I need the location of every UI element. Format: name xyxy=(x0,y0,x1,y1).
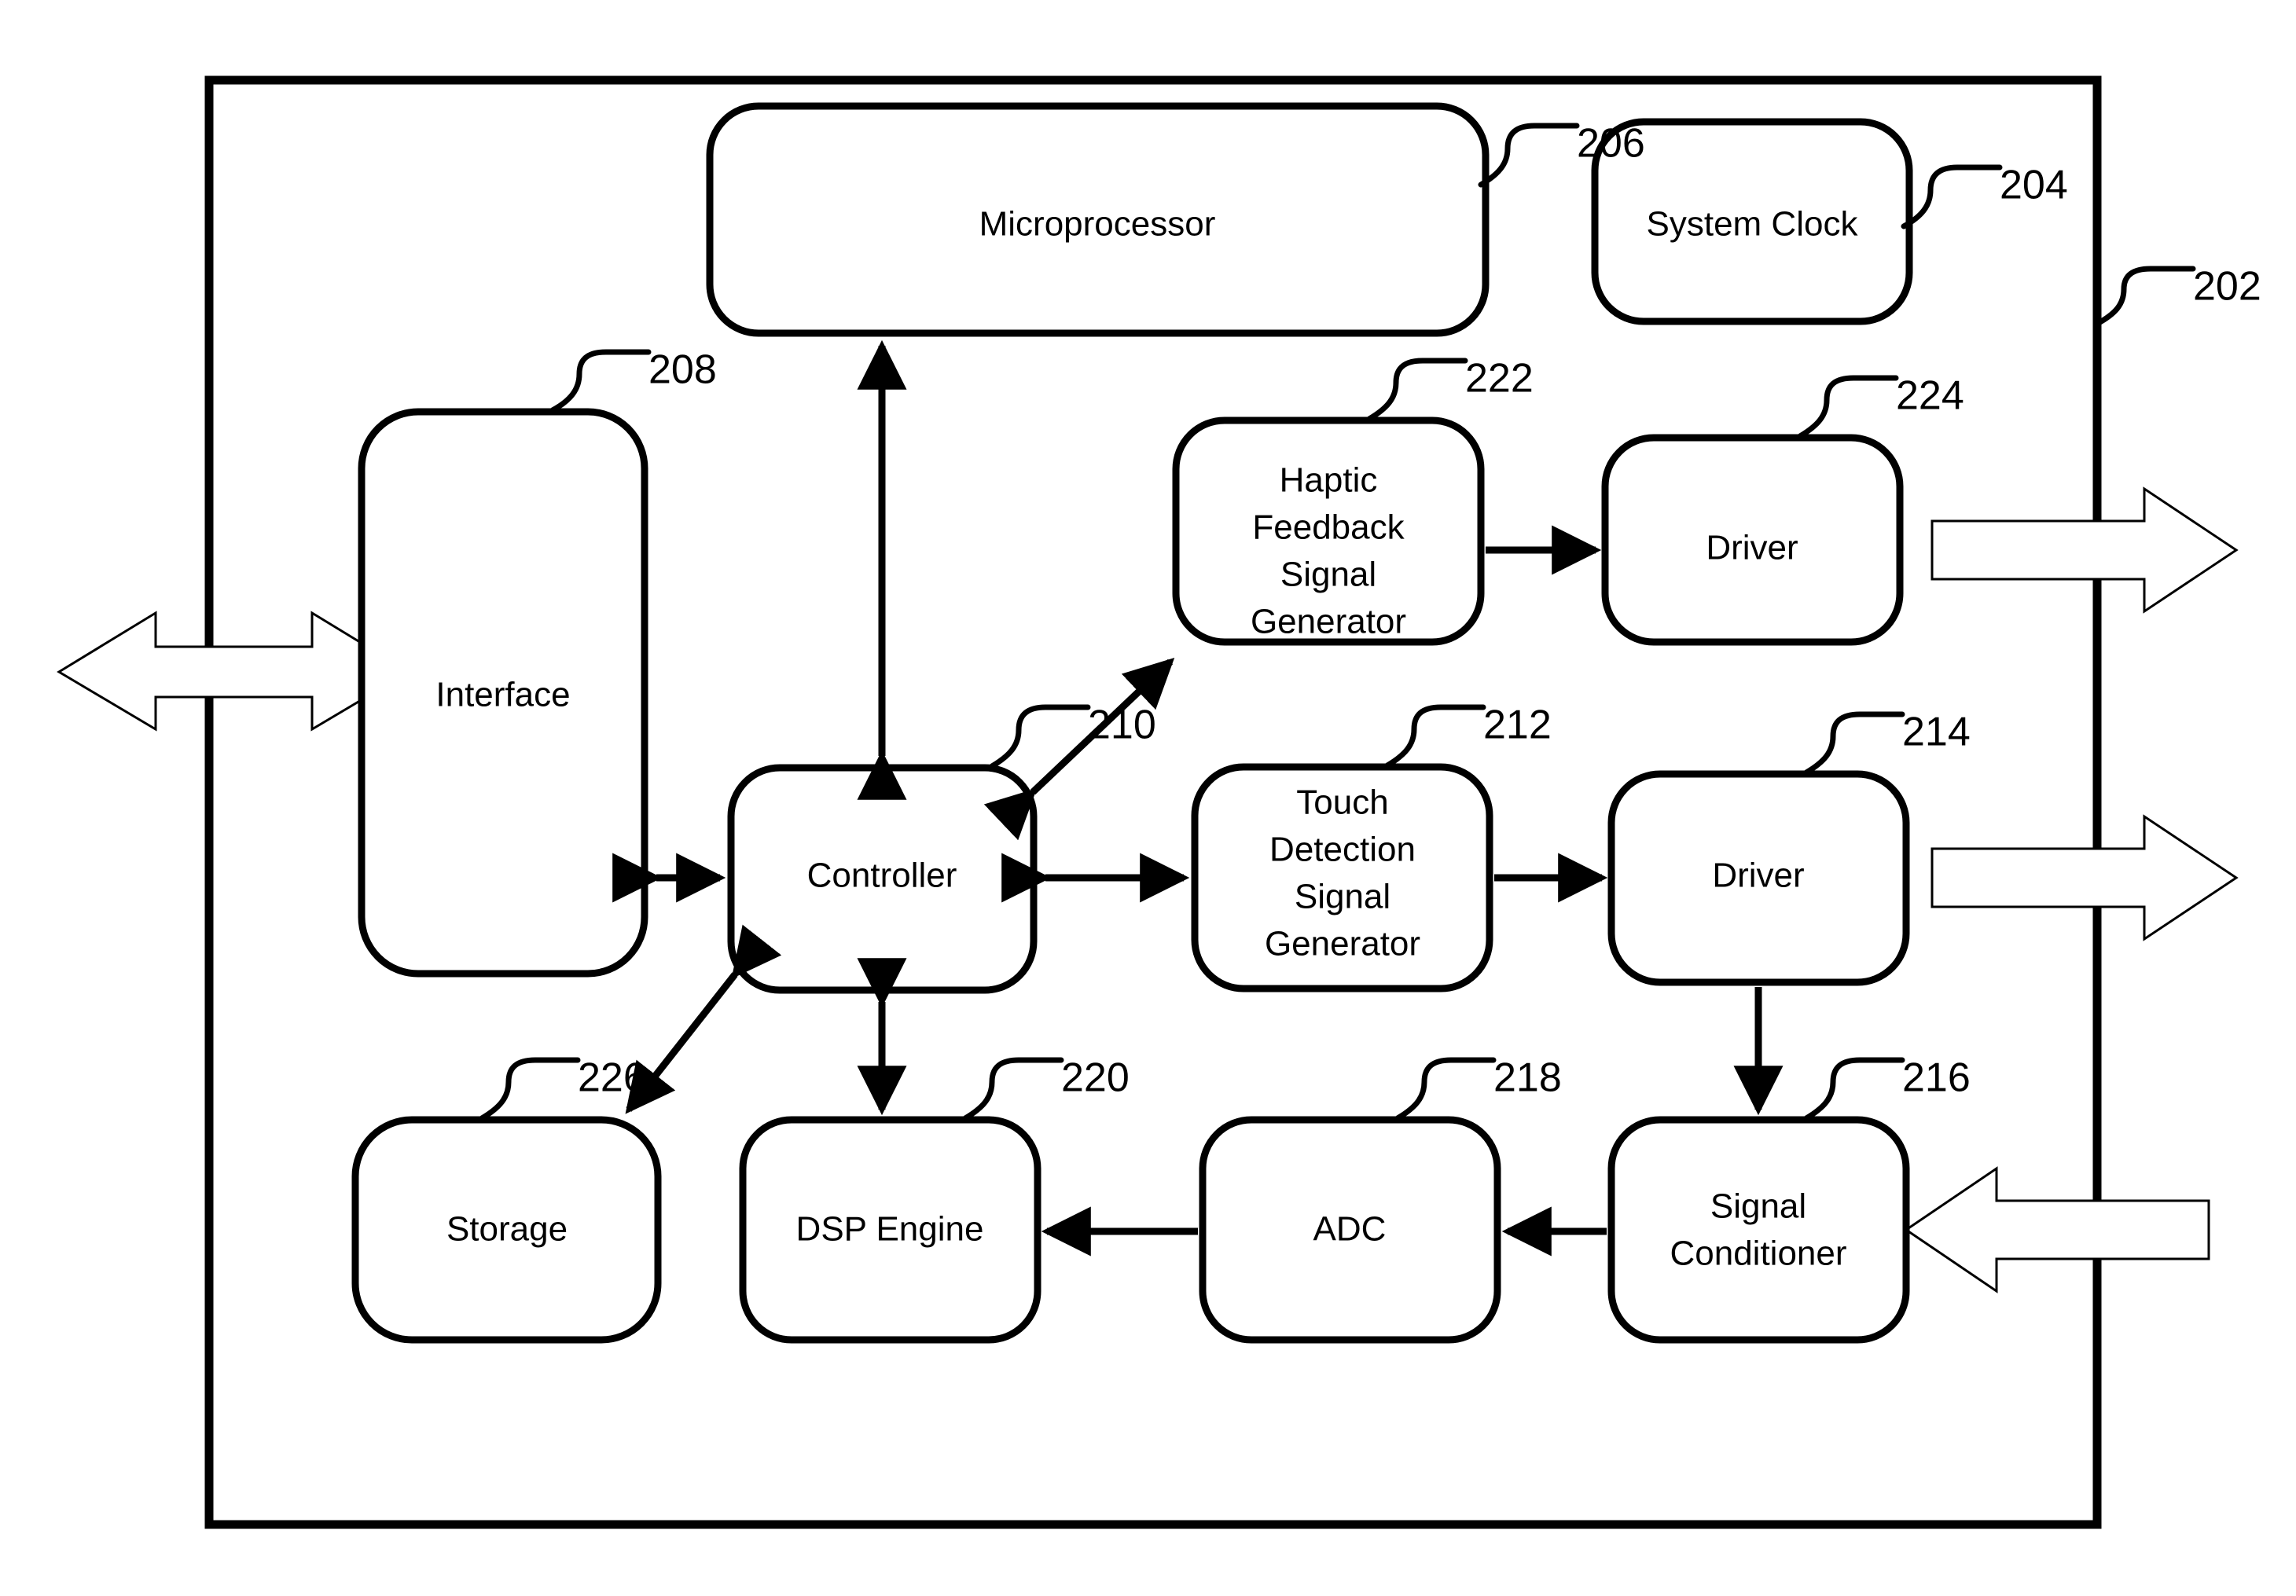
block-touch-line1: Touch xyxy=(1296,783,1388,822)
ref-num-212: 212 xyxy=(1483,703,1552,748)
block-touch-line3: Signal xyxy=(1295,878,1390,916)
ref-num-216: 216 xyxy=(1902,1055,1971,1101)
leadline-216 xyxy=(1803,1057,1905,1121)
ref-num-208: 208 xyxy=(648,347,717,393)
block-haptic-line3: Signal xyxy=(1280,556,1376,594)
block-haptic-driver-label: Driver xyxy=(1706,529,1798,567)
block-touch-line2: Detection xyxy=(1269,831,1416,869)
ref-num-214: 214 xyxy=(1902,710,1971,755)
ref-num-226: 226 xyxy=(578,1055,646,1101)
block-storage-label: Storage xyxy=(446,1210,568,1249)
block-signal-conditioner-line1: Signal xyxy=(1710,1187,1806,1226)
leadline-214 xyxy=(1803,711,1905,776)
leadline-206 xyxy=(1478,123,1580,188)
leadline-226 xyxy=(479,1057,581,1121)
leadline-218 xyxy=(1394,1057,1497,1121)
ref-num-206: 206 xyxy=(1577,121,1645,167)
touch-output-port-arrow xyxy=(1930,814,2239,941)
leadline-222 xyxy=(1366,358,1468,422)
ref-num-218: 218 xyxy=(1493,1055,1562,1101)
ref-num-202: 202 xyxy=(2193,264,2261,310)
figure-container: Microprocessor System Clock Interface Co… xyxy=(0,0,2296,1596)
block-haptic-line2: Feedback xyxy=(1252,508,1405,547)
ref-num-224: 224 xyxy=(1896,373,1964,419)
leadline-224 xyxy=(1797,375,1899,439)
block-adc-label: ADC xyxy=(1313,1210,1387,1249)
interface-io-port-arrow xyxy=(57,611,411,732)
block-touch-line4: Generator xyxy=(1265,925,1420,963)
ref-num-204: 204 xyxy=(2000,163,2068,208)
block-system-clock-label: System Clock xyxy=(1647,205,1859,244)
block-diagram-svg: Microprocessor System Clock Interface Co… xyxy=(57,75,2261,1529)
block-microprocessor-label: Microprocessor xyxy=(979,205,1216,244)
block-dsp-engine-label: DSP Engine xyxy=(796,1210,984,1249)
sensor-input-port-arrow xyxy=(1904,1166,2210,1293)
leadline-202 xyxy=(2094,266,2196,327)
ref-num-220: 220 xyxy=(1061,1055,1130,1101)
block-haptic-line1: Haptic xyxy=(1280,461,1378,500)
block-interface-label: Interface xyxy=(435,676,570,714)
block-haptic-line4: Generator xyxy=(1251,603,1406,641)
leadline-204 xyxy=(1901,164,2003,229)
block-controller-label: Controller xyxy=(807,857,957,895)
leadline-208 xyxy=(549,349,652,413)
leadline-212 xyxy=(1384,704,1486,769)
ref-num-222: 222 xyxy=(1465,356,1534,402)
block-touch-driver-label: Driver xyxy=(1712,857,1804,895)
haptic-output-port-arrow xyxy=(1930,486,2239,614)
block-signal-conditioner-line2: Conditioner xyxy=(1670,1235,1846,1273)
block-signal-conditioner[interactable] xyxy=(1607,1116,1910,1344)
leadline-220 xyxy=(962,1057,1064,1121)
ref-num-210: 210 xyxy=(1088,703,1156,748)
